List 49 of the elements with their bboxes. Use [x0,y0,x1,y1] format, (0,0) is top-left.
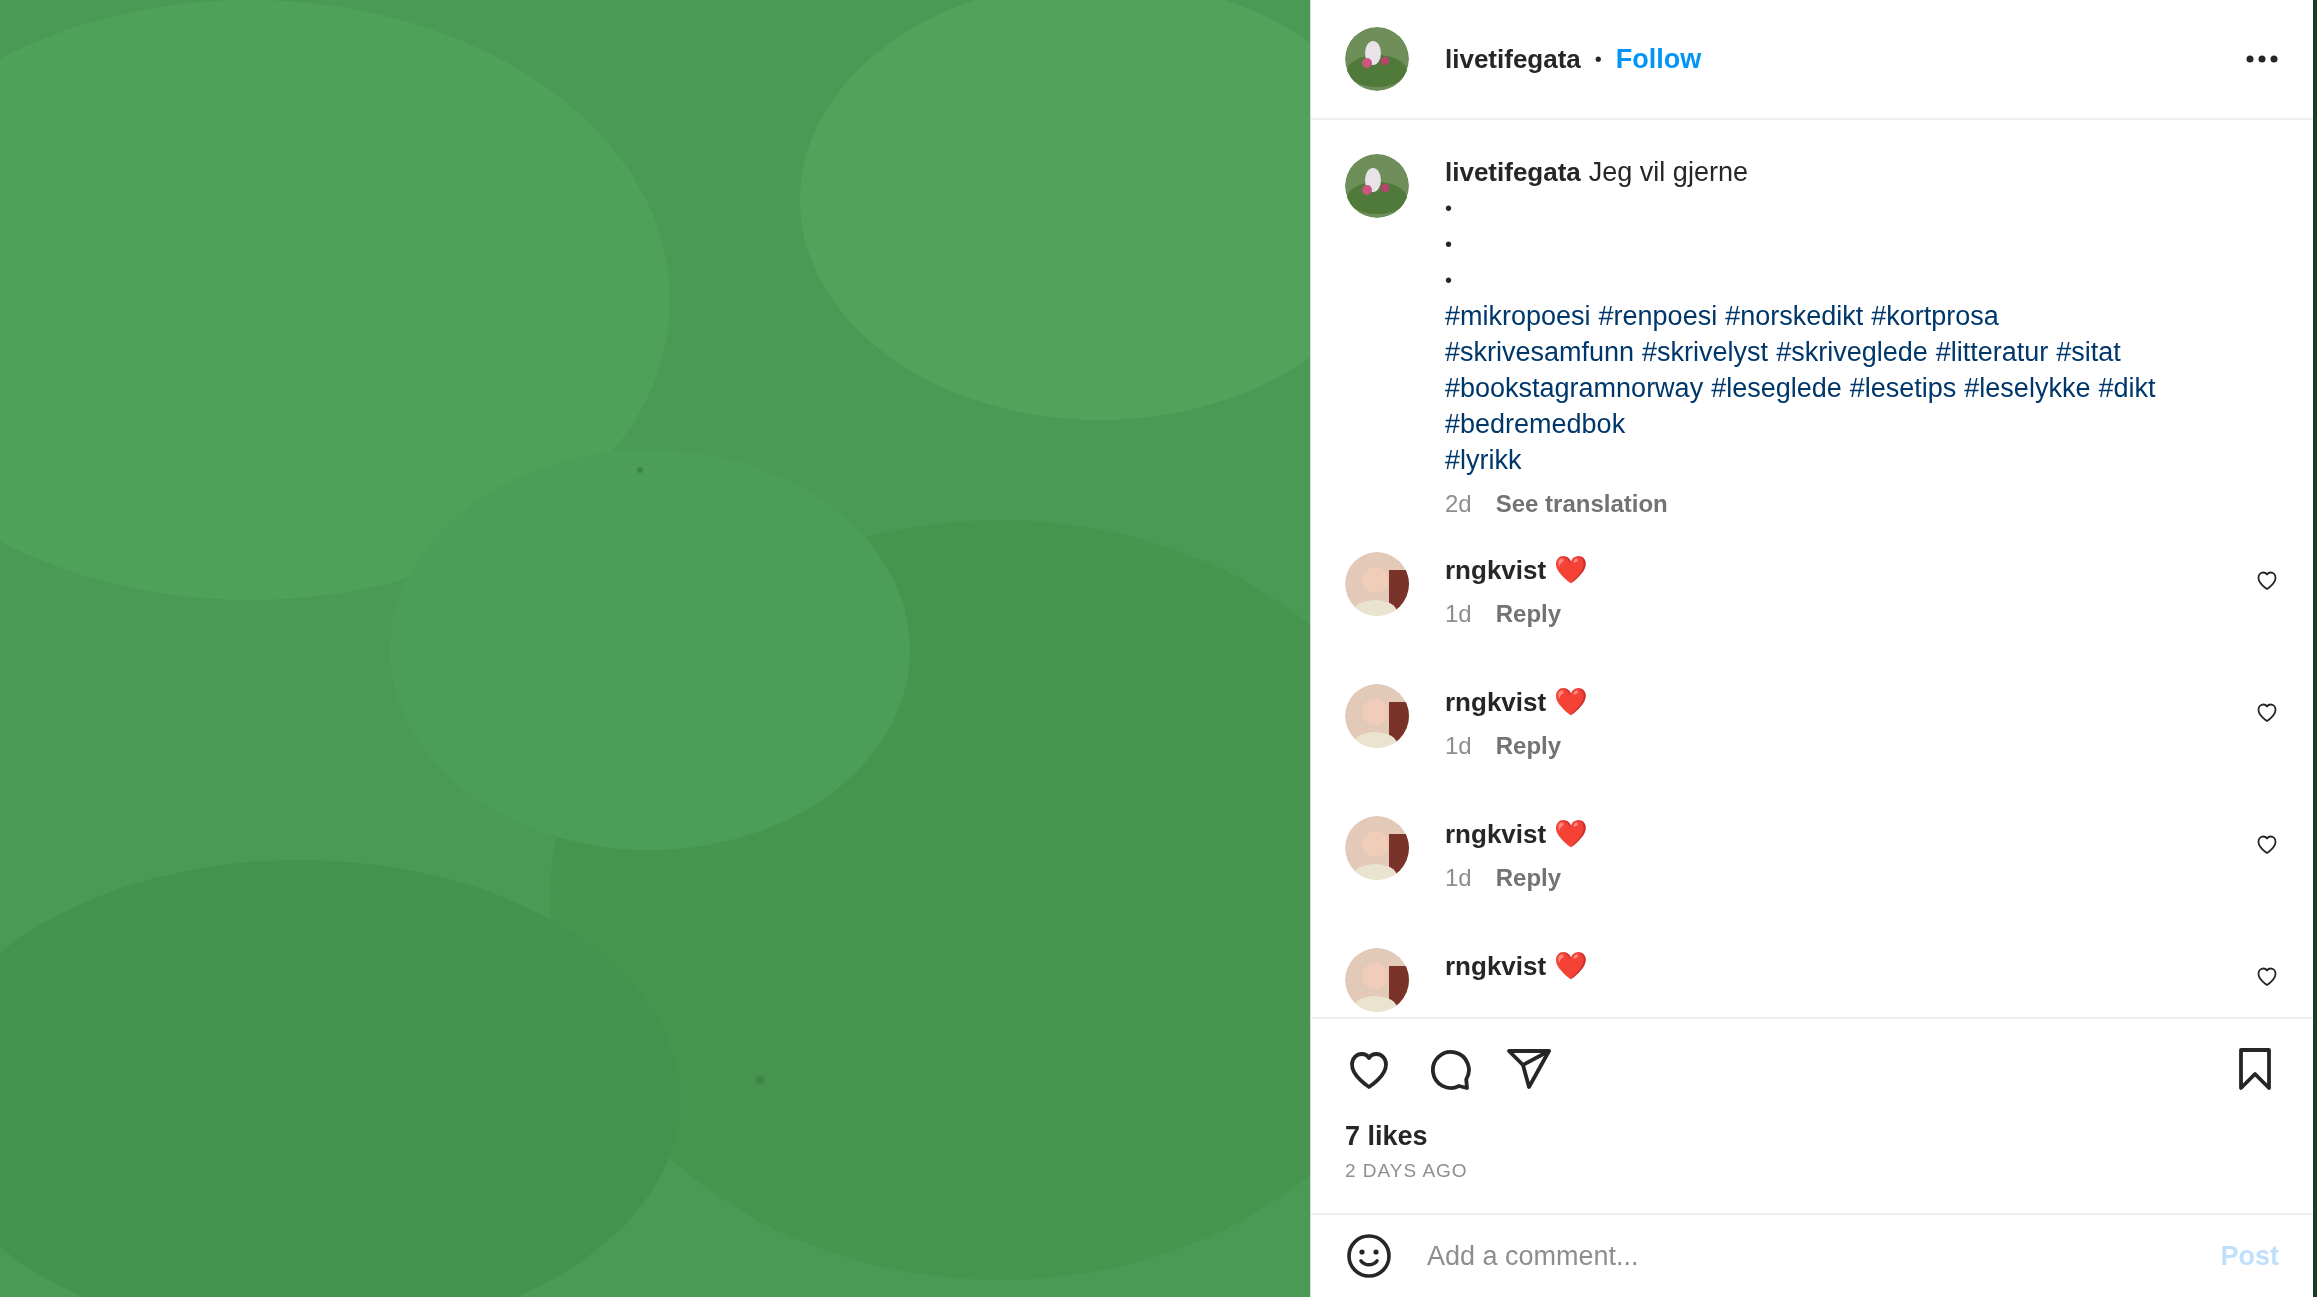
hashtag-link[interactable]: #litteratur [1935,334,2049,370]
hashtag-link[interactable]: #bookstagramnorway [1445,370,1704,406]
hashtag-link[interactable]: #leselykke [1964,370,2091,406]
hashtag-link[interactable]: #lyrikk [1445,442,1522,478]
comment-text: ❤ [1554,686,1589,719]
hashtag-link[interactable]: #skrivesamfunn [1445,334,1635,370]
hashtag-link[interactable]: #norskedikt [1725,298,1864,334]
more-options-icon[interactable] [2245,54,2279,64]
post-time: 2d [1445,490,1472,518]
see-translation-link[interactable]: See translation [1495,490,1668,518]
avatar[interactable] [1345,948,1409,1012]
username[interactable]: rngkvist [1445,948,1547,984]
bullet: • [1445,232,1453,257]
comment-text: ❤ [1554,950,1589,983]
reply-link[interactable]: Reply [1495,732,1562,760]
hashtag-link[interactable]: #renpoesi [1598,298,1718,334]
username[interactable]: rngkvist [1445,684,1547,720]
avatar[interactable] [1345,816,1409,880]
hashtag-link[interactable]: #skriveglede [1776,334,1928,370]
username[interactable]: rngkvist [1445,816,1547,852]
comment-text: ❤ [1554,818,1589,851]
hashtag-link[interactable]: #mikropoesi [1445,298,1591,334]
hashtag-link[interactable]: #lesetips [1849,370,1957,406]
hashtag-link[interactable]: #sitat [2056,334,2121,370]
username[interactable]: livetifegata [1445,43,1581,75]
comment-time: 1d [1445,732,1472,760]
username[interactable]: livetifegata [1445,154,1581,190]
hashtag-link[interactable]: #kortprosa [1871,298,1999,334]
comment-text: ❤ [1554,554,1589,587]
comment-time: 1d [1445,864,1472,892]
post-date: 2 DAYS AGO [1345,1160,1469,1182]
avatar[interactable] [1345,552,1409,616]
avatar[interactable] [1345,684,1409,748]
bullet: • [1445,268,1453,293]
avatar[interactable] [1345,154,1409,218]
comment-time: 1d [1445,600,1472,628]
caption-text: Jeg vil gjerne [1588,156,1748,189]
emoji-icon[interactable] [1345,1232,1393,1280]
hashtag-link[interactable]: #skrivelyst [1642,334,1769,370]
username[interactable]: rngkvist [1445,552,1547,588]
likes-count[interactable]: 7 likes [1345,1121,2279,1152]
separator-dot: • [1594,47,1602,71]
bullet: • [1445,196,1453,221]
avatar[interactable] [1345,27,1409,91]
reply-link[interactable]: Reply [1495,600,1562,628]
hashtag-link[interactable]: #leseglede [1711,370,1842,406]
reply-link[interactable]: Reply [1495,864,1562,892]
hashtag-link[interactable]: #dikt [2098,370,2156,406]
hashtag-link[interactable]: #bedremedbok [1445,406,1626,442]
